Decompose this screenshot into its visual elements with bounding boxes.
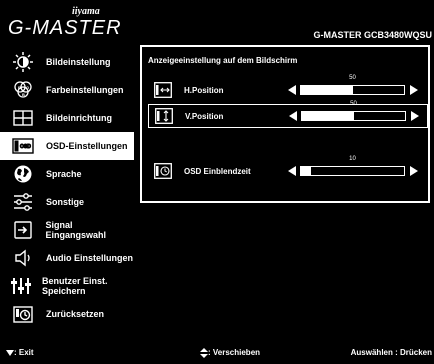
sidebar-item-sonstige[interactable]: Sonstige	[0, 188, 134, 216]
slider-fill	[301, 167, 312, 175]
sidebar-item-audio-einstellungen[interactable]: Audio Einstellungen	[0, 244, 134, 272]
exit-label: : Exit	[14, 348, 34, 357]
brand-logo: iiyama G-MASTER	[8, 6, 128, 42]
setting-value: 10	[349, 156, 356, 162]
move-hint: : Verschieben	[200, 348, 260, 358]
setting-row-v-position[interactable]: V.Position 50	[148, 101, 428, 128]
sidebar-item-label: Sprache	[46, 169, 82, 179]
osd-settings-panel: Anzeigeeinstellung auf dem Bildschirm H.…	[140, 45, 430, 203]
sidebar-item-osd-einstellungen[interactable]: OSD OSD-Einstellungen	[0, 132, 134, 160]
sidebar-item-label: Zurücksetzen	[46, 309, 105, 319]
setting-value: 50	[350, 101, 357, 107]
svg-text:G: G	[26, 85, 29, 90]
brightness-icon	[10, 52, 36, 72]
h-position-icon	[154, 82, 172, 98]
sidebar-item-label: Bildeinrichtung	[46, 113, 112, 123]
sidebar-item-label: Sonstige	[46, 197, 85, 207]
footer-hints: : Exit : Verschieben Auswählen : Drücken	[0, 344, 434, 362]
sidebar-item-label: Signal Eingangswahl	[45, 220, 107, 240]
increase-arrow-icon[interactable]	[410, 166, 418, 176]
select-hint: Auswählen : Drücken	[350, 348, 432, 357]
increase-arrow-icon[interactable]	[411, 111, 419, 121]
slider-fill	[302, 112, 354, 120]
v-position-icon	[155, 108, 173, 124]
osd-icon: OSD	[10, 136, 36, 156]
svg-text:B: B	[22, 92, 25, 97]
sidebar-item-signal-eingangswahl[interactable]: Signal Eingangswahl	[0, 216, 134, 244]
sidebar-item-label: Bildeinstellung	[46, 57, 111, 67]
sidebar-item-sprache[interactable]: Sprache	[0, 160, 134, 188]
setting-label: OSD Einblendzeit	[184, 167, 251, 176]
setting-slider[interactable]	[300, 166, 405, 176]
image-setup-icon	[10, 108, 36, 128]
sidebar-item-label: Benutzer Einst. Speichern	[42, 276, 108, 296]
setting-slider[interactable]	[300, 85, 405, 95]
model-name: G-MASTER GCB3480WQSU	[313, 30, 432, 40]
slider-fill	[301, 86, 353, 94]
sidebar-item-label: Audio Einstellungen	[46, 253, 133, 263]
input-icon	[10, 220, 36, 240]
color-icon: RGB	[10, 80, 36, 100]
product-line: G-MASTER	[8, 17, 122, 39]
sidebar-item-bildeinrichtung[interactable]: Bildeinrichtung	[0, 104, 134, 132]
exit-hint: : Exit	[6, 348, 34, 357]
globe-icon	[10, 164, 36, 184]
sidebar-item-benutzer-einst-speichern[interactable]: Benutzer Einst. Speichern	[0, 272, 134, 300]
up-down-arrow-icon	[200, 348, 208, 358]
timer-icon	[154, 163, 172, 179]
sidebar-item-label: OSD-Einstellungen	[46, 141, 128, 151]
svg-text:R: R	[18, 85, 21, 90]
setting-label: H.Position	[184, 86, 224, 95]
setting-label: V.Position	[185, 112, 224, 121]
sidebar-menu: Bildeinstellung RGB Farbeinstellungen Bi…	[0, 48, 134, 328]
decrease-arrow-icon[interactable]	[288, 85, 296, 95]
decrease-arrow-icon[interactable]	[289, 111, 297, 121]
sidebar-item-bildeinstellung[interactable]: Bildeinstellung	[0, 48, 134, 76]
speaker-icon	[10, 248, 36, 268]
increase-arrow-icon[interactable]	[410, 85, 418, 95]
brand-name: iiyama	[72, 6, 100, 17]
sidebar-item-zuruecksetzen[interactable]: Zurücksetzen	[0, 300, 134, 328]
down-arrow-icon	[6, 349, 14, 356]
svg-text:OSD: OSD	[20, 144, 31, 150]
user-save-icon	[10, 276, 32, 296]
decrease-arrow-icon[interactable]	[288, 166, 296, 176]
sidebar-item-label: Farbeinstellungen	[46, 85, 124, 95]
sidebar-item-farbeinstellungen[interactable]: RGB Farbeinstellungen	[0, 76, 134, 104]
setting-row-osd-einblendzeit[interactable]: OSD Einblendzeit 10	[148, 156, 428, 184]
setting-row-h-position[interactable]: H.Position 50	[148, 75, 428, 103]
reset-icon	[10, 304, 36, 324]
setting-value: 50	[349, 75, 356, 81]
setting-slider[interactable]	[301, 111, 406, 121]
panel-title: Anzeigeeinstellung auf dem Bildschirm	[148, 56, 298, 65]
move-label: : Verschieben	[208, 348, 261, 358]
sliders-icon	[10, 192, 36, 212]
